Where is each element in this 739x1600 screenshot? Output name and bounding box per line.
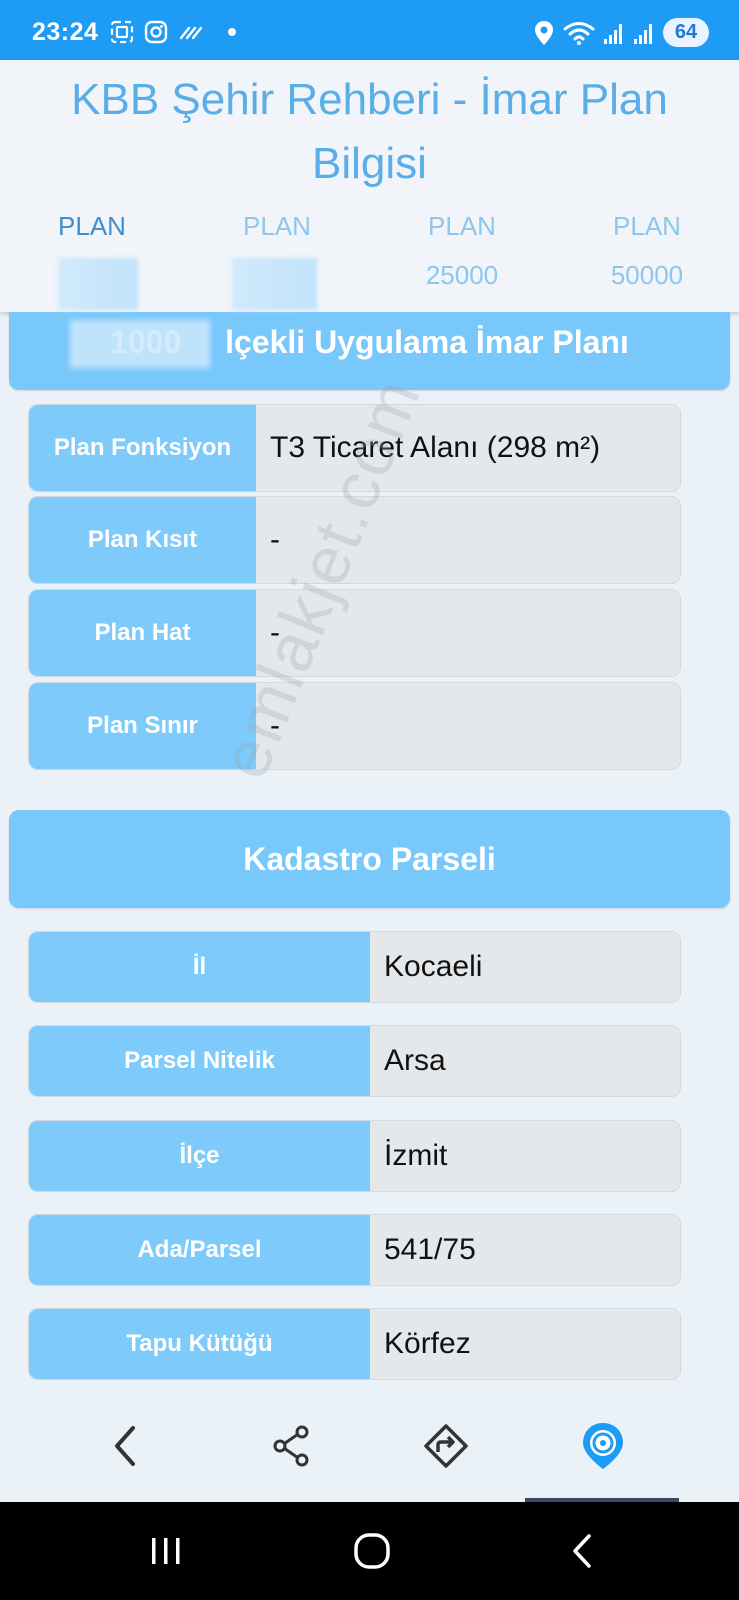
- wifi-icon: [563, 21, 595, 45]
- ilce-row: İlçe İzmit: [28, 1120, 681, 1192]
- row-value: -: [256, 683, 680, 769]
- il-row: İl Kocaeli: [28, 931, 681, 1003]
- tab-label: PLAN: [428, 211, 496, 241]
- row-value: Arsa: [370, 1026, 680, 1096]
- home-button[interactable]: [342, 1526, 402, 1576]
- tab-label: PLAN: [243, 211, 311, 241]
- tab-label: PLAN: [58, 211, 126, 241]
- row-label: Tapu Kütüğü: [29, 1309, 370, 1379]
- row-label: Parsel Nitelik: [29, 1026, 370, 1096]
- row-label: Plan Hat: [29, 590, 256, 676]
- recents-icon: [152, 1538, 180, 1564]
- home-icon: [354, 1533, 390, 1569]
- redaction-blur: [232, 258, 317, 310]
- tab-plan-5000[interactable]: PLAN: [197, 208, 357, 257]
- tab-scale: 25000: [425, 260, 499, 290]
- status-system-icons: 64: [533, 18, 709, 47]
- route-icon: [424, 1424, 468, 1468]
- share-button[interactable]: [262, 1416, 322, 1476]
- row-label: Plan Fonksiyon: [29, 405, 256, 491]
- plan-sinir-row: Plan Sınır -: [28, 682, 681, 770]
- screen: 23:24 64 KBB Şehir Rehberi - İmar Plan B…: [0, 0, 739, 1600]
- tab-plan-50000[interactable]: PLAN 50000: [567, 208, 727, 293]
- app-bottom-nav: [0, 1380, 739, 1500]
- back-button[interactable]: [95, 1416, 155, 1476]
- row-label: İl: [29, 932, 370, 1002]
- plan-hat-row: Plan Hat -: [28, 589, 681, 677]
- redaction-blur: [70, 320, 210, 368]
- row-label: Plan Kısıt: [29, 497, 256, 583]
- row-value: Körfez: [370, 1309, 680, 1379]
- page-title: KBB Şehir Rehberi - İmar Plan Bilgisi: [71, 75, 668, 188]
- row-value: Kocaeli: [370, 932, 680, 1002]
- tab-plan-1000[interactable]: PLAN: [12, 208, 172, 257]
- recents-button[interactable]: [136, 1526, 196, 1576]
- system-back-button[interactable]: [552, 1526, 612, 1576]
- directions-button[interactable]: [416, 1416, 476, 1476]
- location-icon: [583, 1423, 623, 1469]
- location-pin-icon: [535, 20, 553, 45]
- kadastro-section-header: Kadastro Parseli: [9, 810, 730, 908]
- kadastro-section-title: Kadastro Parseli: [243, 841, 496, 877]
- row-label: İlçe: [29, 1121, 370, 1191]
- battery-indicator: 64: [663, 18, 709, 47]
- tab-label: PLAN: [613, 211, 681, 241]
- back-icon: [573, 1534, 591, 1568]
- screenshot-icon: [110, 20, 134, 44]
- row-label: Ada/Parsel: [29, 1215, 370, 1285]
- row-value: İzmit: [370, 1121, 680, 1191]
- system-nav-bar: [0, 1502, 739, 1600]
- tab-scale: 50000: [610, 260, 684, 290]
- plan-section-title: lçekli Uygulama İmar Planı: [225, 324, 629, 360]
- ada-parsel-row: Ada/Parsel 541/75: [28, 1214, 681, 1286]
- share-icon: [273, 1425, 309, 1467]
- status-notification-icons: [110, 20, 240, 44]
- signal-1-icon: [604, 23, 622, 44]
- signal-2-icon: [634, 23, 652, 44]
- tab-plan-25000[interactable]: PLAN 25000: [382, 208, 542, 293]
- stripe-icon: [179, 26, 203, 40]
- redaction-blur: [58, 258, 138, 310]
- dot-icon: [228, 28, 236, 36]
- status-time: 23:24: [32, 18, 99, 46]
- row-value: 541/75: [370, 1215, 680, 1285]
- location-button[interactable]: [573, 1416, 633, 1476]
- parsel-nitelik-row: Parsel Nitelik Arsa: [28, 1025, 681, 1097]
- tapu-kutugu-row: Tapu Kütüğü Körfez: [28, 1308, 681, 1380]
- status-bar: 23:24 64: [0, 0, 739, 66]
- back-arrow-icon: [115, 1426, 135, 1466]
- instagram-icon: [144, 20, 168, 44]
